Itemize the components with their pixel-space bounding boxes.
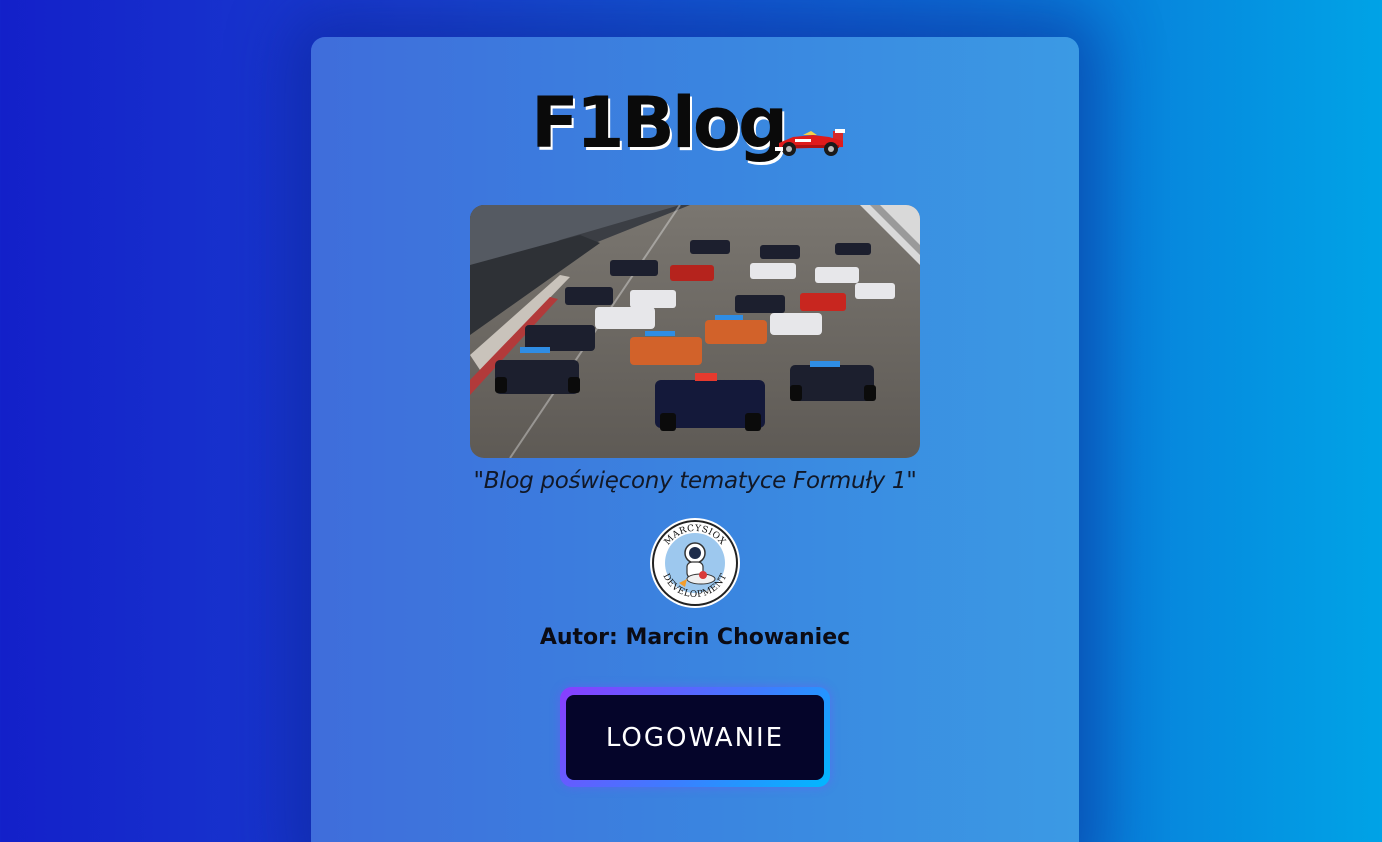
author-label: Autor: Marcin Chowaniec <box>539 625 851 650</box>
login-button[interactable]: LOGOWANIE <box>566 695 824 780</box>
header: F1Blog <box>311 83 1079 173</box>
marcysiox-logo: MARCYSIOX DEVELOPMENT <box>650 518 740 608</box>
login-button-frame: LOGOWANIE <box>560 687 830 787</box>
main-card: F1Blog "Blog poświęcony tematyce Formuły… <box>311 37 1079 842</box>
race-car-icon <box>775 129 845 156</box>
site-title: F1Blog <box>531 82 788 164</box>
hero-image <box>470 205 920 458</box>
f1-race-start-photo <box>470 205 920 458</box>
tagline: "Blog poświęcony tematyce Formuły 1" <box>473 468 917 494</box>
